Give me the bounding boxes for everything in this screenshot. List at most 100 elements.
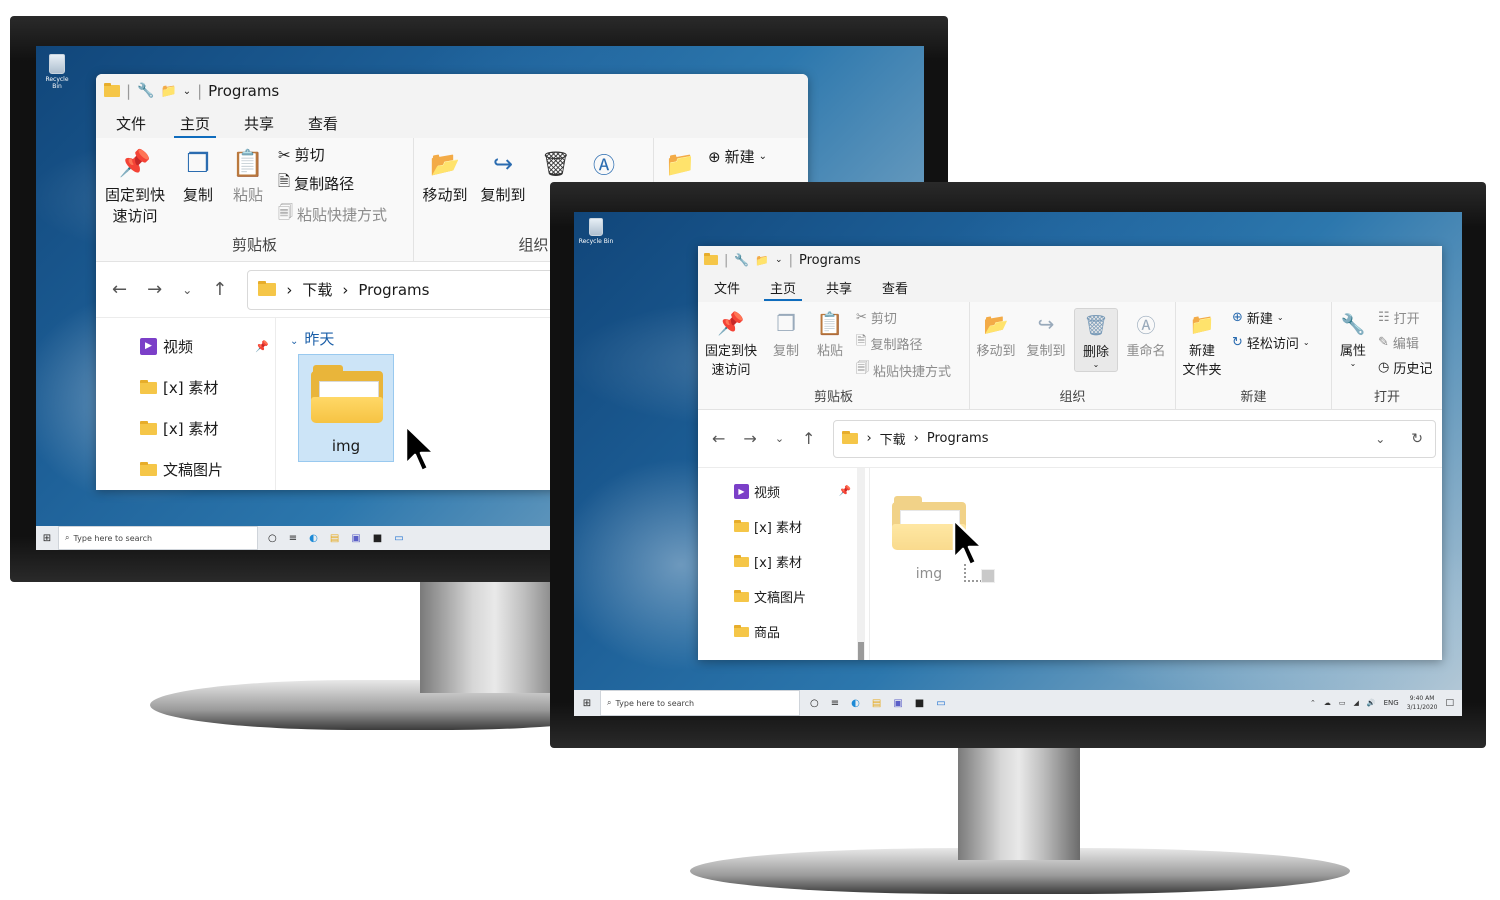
refresh-icon[interactable]: ↻: [1411, 431, 1423, 447]
file-explorer-icon[interactable]: ▤: [872, 698, 881, 709]
breadcrumb-programs[interactable]: Programs: [358, 281, 429, 299]
task-view-icon[interactable]: ≡: [831, 698, 839, 709]
copy-button[interactable]: ❐ 复制: [768, 308, 804, 360]
address-history-chevron-icon[interactable]: ⌄: [1375, 432, 1385, 446]
edge-icon[interactable]: ◐: [309, 533, 318, 544]
sidebar-scrollbar[interactable]: [857, 468, 865, 660]
sidebar-item-doc-images[interactable]: 文稿图片: [734, 579, 869, 614]
breadcrumb-downloads[interactable]: 下载: [880, 429, 906, 448]
copy-path-button[interactable]: 🗎 复制路径: [278, 171, 387, 196]
folder-item-img-selected[interactable]: img: [298, 354, 394, 462]
forward-arrow-icon[interactable]: →: [743, 429, 756, 448]
sidebar-item-materials-2[interactable]: [x] 素材: [140, 408, 275, 449]
cortana-icon[interactable]: ○: [268, 533, 277, 544]
tray-chevron-up-icon[interactable]: ⌃: [1310, 699, 1316, 707]
copy-to-button[interactable]: ↪ 复制到: [478, 144, 528, 205]
paste-shortcut-button[interactable]: 🗐 粘贴快捷方式: [856, 359, 951, 381]
cut-button[interactable]: ✂ 剪切: [278, 144, 387, 165]
edit-button[interactable]: ✎ 编辑: [1378, 333, 1432, 352]
store-icon[interactable]: ■: [373, 533, 382, 544]
store-icon[interactable]: ■: [915, 698, 924, 709]
paste-button[interactable]: 📋 粘贴: [228, 144, 268, 205]
chevron-down-icon[interactable]: ⌄: [775, 255, 783, 265]
tab-home[interactable]: 主页: [764, 278, 803, 301]
teams-icon[interactable]: ▣: [893, 698, 902, 709]
paste-shortcut-button[interactable]: 🗐 粘贴快捷方式: [278, 202, 387, 227]
properties-quick-icon[interactable]: 🔧: [137, 83, 154, 99]
back-arrow-icon[interactable]: ←: [112, 279, 127, 300]
new-folder-button[interactable]: 📁: [660, 144, 700, 184]
group-header-yesterday[interactable]: ⌄ 昨天: [290, 328, 334, 349]
new-folder-quick-icon[interactable]: 📁: [755, 254, 769, 267]
history-button[interactable]: ◷ 历史记: [1378, 358, 1432, 377]
taskbar-search[interactable]: ⌕ Type here to search: [600, 690, 800, 716]
language-indicator[interactable]: ENG: [1384, 699, 1399, 707]
cortana-icon[interactable]: ○: [810, 698, 819, 709]
edge-icon[interactable]: ◐: [851, 698, 860, 709]
pin-quick-access-button[interactable]: 📌 固定到快 速访问: [102, 144, 168, 226]
copy-button[interactable]: ❐ 复制: [178, 144, 218, 205]
easy-access-button[interactable]: ↻ 轻松访问 ⌄: [1232, 333, 1310, 352]
tab-view[interactable]: 查看: [308, 113, 338, 134]
network-icon[interactable]: ◢: [1354, 699, 1359, 707]
sidebar-item-products[interactable]: 商品: [734, 614, 869, 649]
volume-icon[interactable]: 🔊: [1367, 699, 1376, 707]
tab-view[interactable]: 查看: [882, 278, 908, 297]
delete-label: 删除: [1082, 345, 1109, 360]
rename-button[interactable]: Ⓐ: [584, 144, 624, 184]
delete-button[interactable]: 🗑: [536, 144, 576, 184]
back-arrow-icon[interactable]: ←: [712, 429, 725, 448]
tab-home[interactable]: 主页: [174, 113, 217, 138]
properties-quick-icon[interactable]: 🔧: [734, 253, 749, 267]
breadcrumb-downloads[interactable]: 下载: [302, 279, 332, 300]
recycle-bin-icon[interactable]: Recycle Bin: [576, 218, 616, 245]
cut-button[interactable]: ✂ 剪切: [856, 308, 951, 327]
move-to-button[interactable]: 📂 移动到: [974, 308, 1018, 359]
forward-arrow-icon[interactable]: →: [147, 279, 162, 300]
notification-icon[interactable]: □: [1445, 698, 1454, 708]
up-arrow-icon[interactable]: ↑: [802, 429, 815, 448]
tab-share[interactable]: 共享: [244, 113, 274, 134]
new-item-button[interactable]: ⊕ 新建 ⌄: [708, 144, 767, 167]
taskbar-search[interactable]: ⌕ Type here to search: [58, 526, 258, 550]
move-to-button[interactable]: 📂 移动到: [420, 144, 470, 205]
recycle-bin-icon[interactable]: Recycle Bin: [40, 54, 74, 90]
scrollbar-thumb[interactable]: [858, 642, 864, 660]
properties-button[interactable]: 🔧 属性 ⌄: [1336, 308, 1370, 368]
open-button[interactable]: ☷ 打开: [1378, 308, 1432, 327]
app-icon[interactable]: ▭: [394, 533, 403, 544]
sidebar-item-materials[interactable]: [x] 素材: [734, 509, 869, 544]
sidebar-item-materials[interactable]: [x] 素材: [140, 367, 275, 408]
tab-file[interactable]: 文件: [116, 113, 146, 134]
file-explorer-icon[interactable]: ▤: [330, 533, 339, 544]
tab-share[interactable]: 共享: [826, 278, 852, 297]
address-bar[interactable]: › 下载 › Programs ⌄ ↻: [833, 419, 1436, 458]
copy-path-button[interactable]: 🗎 复制路径: [856, 332, 951, 354]
recent-chevron-icon[interactable]: ⌄: [775, 432, 784, 445]
sidebar-item-materials-2[interactable]: [x] 素材: [734, 544, 869, 579]
onedrive-icon[interactable]: ☁: [1324, 699, 1331, 707]
sidebar-item-videos[interactable]: ▶ 视频 📌: [140, 326, 275, 367]
teams-icon[interactable]: ▣: [351, 533, 360, 544]
copy-to-button[interactable]: ↪ 复制到: [1024, 308, 1068, 359]
delete-button[interactable]: 🗑 删除 ⌄: [1074, 308, 1118, 372]
pin-quick-access-button[interactable]: 📌 固定到快 速访问: [702, 308, 760, 379]
new-item-button[interactable]: ⊕ 新建 ⌄: [1232, 308, 1310, 327]
chevron-down-icon[interactable]: ⌄: [183, 86, 191, 97]
new-folder-button[interactable]: 📁 新建 文件夹: [1180, 308, 1224, 378]
recent-chevron-icon[interactable]: ⌄: [182, 283, 192, 297]
sidebar-item-videos[interactable]: ▶ 视频 📌: [734, 474, 869, 509]
battery-icon[interactable]: ▭: [1339, 699, 1346, 707]
app-icon[interactable]: ▭: [936, 698, 945, 709]
rename-button[interactable]: Ⓐ 重命名: [1124, 308, 1168, 360]
tab-file[interactable]: 文件: [714, 278, 740, 297]
breadcrumb-programs[interactable]: Programs: [927, 431, 989, 446]
paste-button[interactable]: 📋 粘贴: [812, 308, 848, 360]
windows-start-icon[interactable]: ⊞: [574, 698, 600, 709]
task-view-icon[interactable]: ≡: [289, 533, 297, 544]
up-arrow-icon[interactable]: ↑: [212, 279, 227, 300]
windows-start-icon[interactable]: ⊞: [36, 533, 58, 544]
clock[interactable]: 9:40 AM 3/11/2020: [1407, 694, 1438, 712]
new-folder-quick-icon[interactable]: 📁: [161, 84, 177, 99]
sidebar-item-doc-images[interactable]: 文稿图片: [140, 449, 275, 490]
